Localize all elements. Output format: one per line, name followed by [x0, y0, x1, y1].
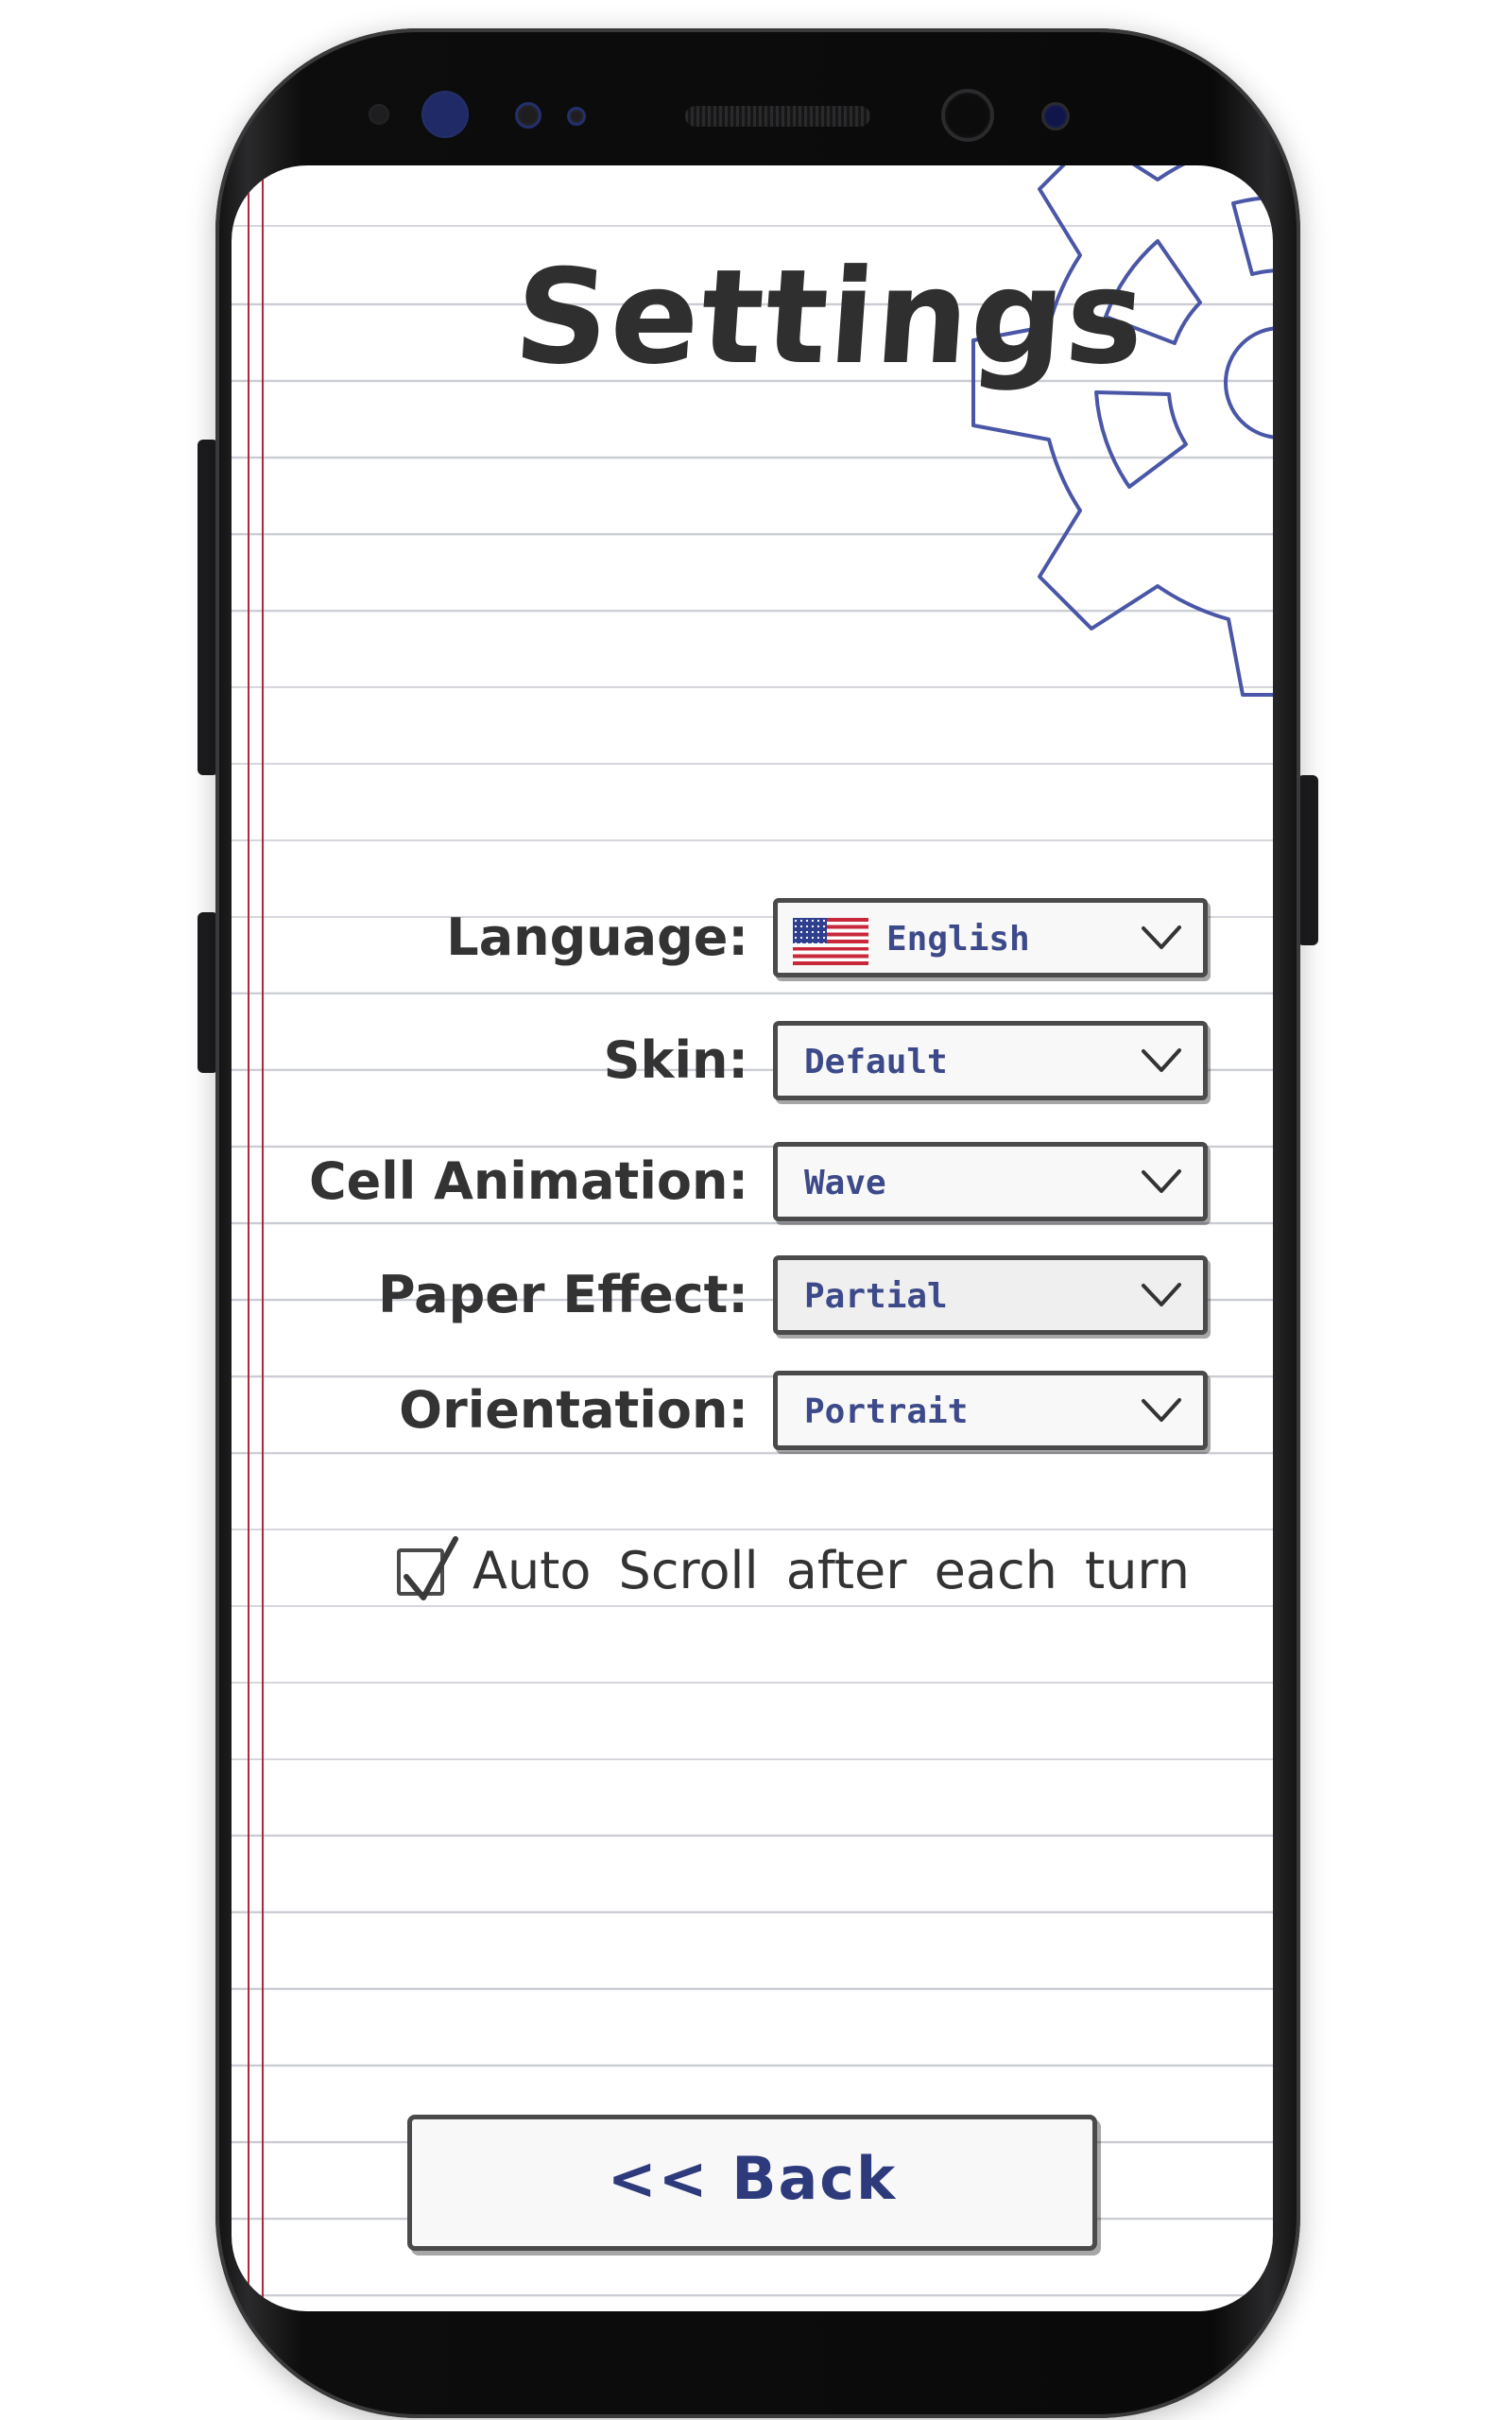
cell-animation-value: Wave: [804, 1164, 886, 1202]
settings-screen: Settings Language: English Skin: Default…: [232, 165, 1273, 2311]
iris-scanner: [421, 91, 469, 138]
phone-top-bezel: [215, 28, 1300, 170]
phone-frame: Settings Language: English Skin: Default…: [215, 28, 1300, 2418]
chevron-down-icon: [1142, 1283, 1181, 1306]
iris-camera: [1041, 102, 1070, 130]
setting-label-cell-animation: Cell Animation:: [309, 1151, 748, 1211]
back-button[interactable]: << Back: [407, 2115, 1097, 2251]
orientation-dropdown[interactable]: Portrait: [773, 1371, 1208, 1450]
front-camera: [941, 89, 994, 142]
auto-scroll-option[interactable]: Auto Scroll after each turn: [397, 1522, 1247, 1616]
light-sensor: [567, 107, 586, 126]
earpiece-speaker: [685, 106, 870, 127]
setting-row-paper-effect: Paper Effect: Partial: [232, 1255, 1273, 1340]
margin-line: [248, 165, 249, 2311]
setting-label-language: Language:: [446, 908, 748, 967]
chevron-down-icon: [1142, 1398, 1181, 1422]
chevron-down-icon: [1142, 1169, 1181, 1193]
back-button-label: << Back: [607, 2144, 898, 2213]
setting-row-language: Language: English: [232, 898, 1273, 983]
paper-effect-value: Partial: [804, 1277, 948, 1316]
language-value: English: [886, 920, 1030, 959]
setting-row-cell-animation: Cell Animation: Wave: [232, 1142, 1273, 1227]
orientation-value: Portrait: [804, 1392, 969, 1431]
language-dropdown[interactable]: English: [773, 898, 1208, 977]
cell-animation-dropdown[interactable]: Wave: [773, 1142, 1208, 1221]
setting-label-paper-effect: Paper Effect:: [378, 1265, 748, 1324]
skin-dropdown[interactable]: Default: [773, 1021, 1208, 1100]
proximity-sensor: [515, 102, 541, 129]
page-title: Settings: [509, 241, 1152, 393]
margin-line: [262, 165, 264, 2311]
skin-value: Default: [804, 1043, 948, 1081]
power-button: [1297, 775, 1318, 945]
chevron-down-icon: [1142, 925, 1181, 949]
auto-scroll-label: Auto Scroll after each turn: [472, 1541, 1190, 1600]
setting-label-orientation: Orientation:: [399, 1380, 748, 1440]
checkmark-icon: [404, 1536, 458, 1600]
chevron-down-icon: [1142, 1048, 1181, 1072]
sensor-dot: [369, 104, 389, 125]
setting-row-orientation: Orientation: Portrait: [232, 1371, 1273, 1456]
setting-label-skin: Skin:: [603, 1030, 748, 1090]
setting-row-skin: Skin: Default: [232, 1021, 1273, 1106]
us-flag-icon: [793, 918, 868, 965]
auto-scroll-checkbox[interactable]: [397, 1536, 458, 1600]
paper-effect-dropdown[interactable]: Partial: [773, 1255, 1208, 1335]
